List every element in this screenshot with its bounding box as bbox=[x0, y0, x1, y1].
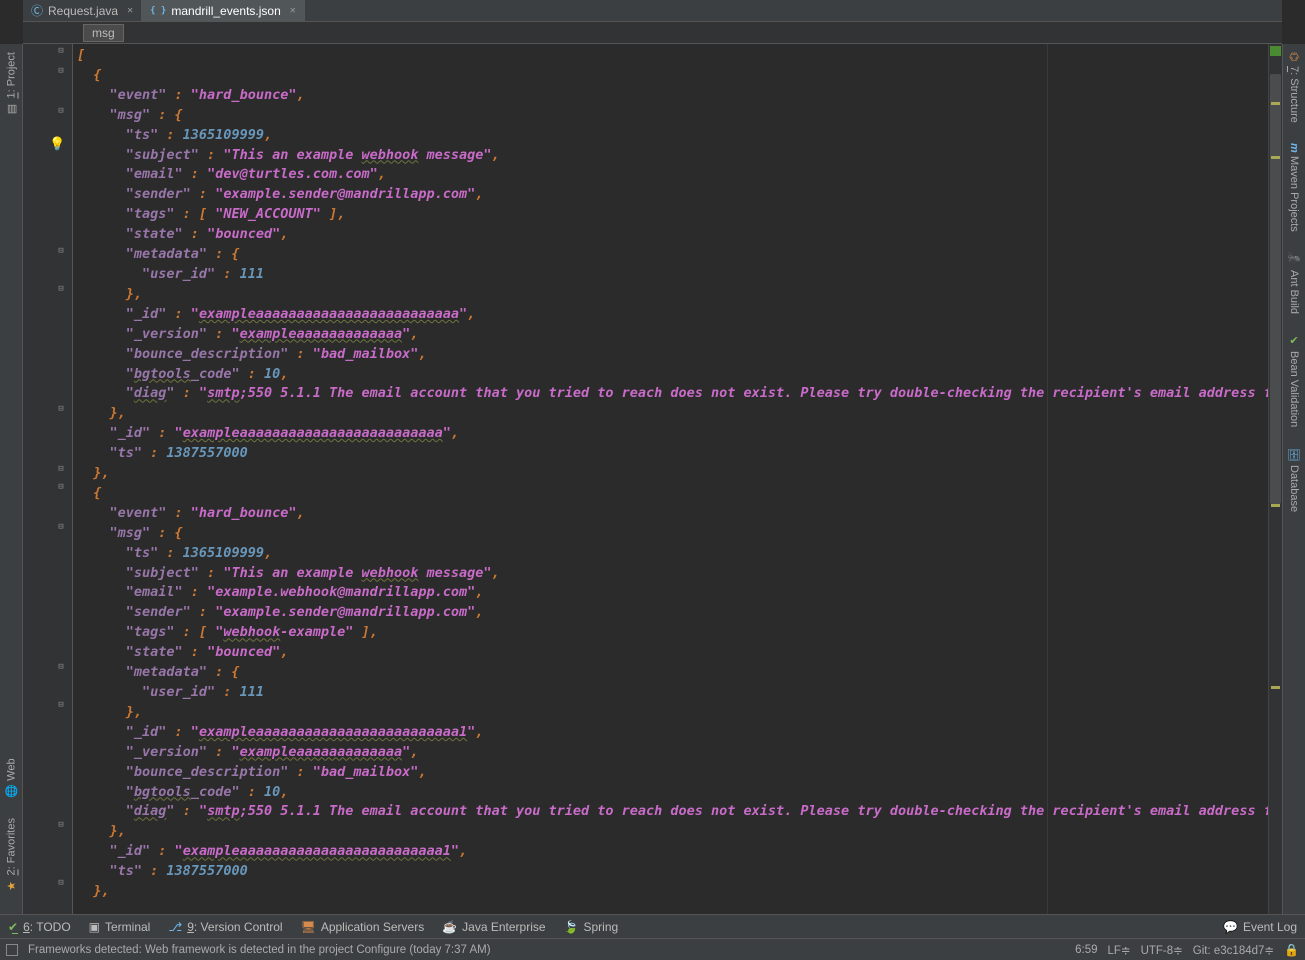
tab-label: Request.java bbox=[48, 4, 118, 18]
tool-todo[interactable]: ✔̲ 6: TODO bbox=[8, 920, 71, 934]
breadcrumb: msg bbox=[23, 22, 1282, 44]
fold-icon[interactable]: ⊟ bbox=[56, 66, 66, 76]
editor-area: 💡 ⊟ ⊟ ⊟ ⊟ ⊟ ⊟ ⊟ ⊟ ⊟ ⊟ ⊟ ⊟ ⊟ [ { "event" … bbox=[23, 44, 1282, 914]
ant-icon: 🐜 bbox=[1288, 252, 1301, 265]
java-class-icon: Ⓒ bbox=[31, 2, 43, 19]
left-tool-strip: ▤ 1: Project 🌐 Web ★ 2: Favorites bbox=[0, 44, 23, 914]
status-message: Frameworks detected: Web framework is de… bbox=[28, 944, 491, 956]
vcs-icon: ⎇ bbox=[168, 920, 182, 934]
web-icon: 🌐 bbox=[4, 784, 17, 797]
fold-icon[interactable]: ⊟ bbox=[56, 106, 66, 116]
fold-icon[interactable]: ⊟ bbox=[56, 820, 66, 830]
breadcrumb-item[interactable]: msg bbox=[83, 24, 124, 42]
right-margin-line bbox=[1047, 44, 1048, 914]
warning-marker[interactable] bbox=[1271, 504, 1280, 507]
lock-icon[interactable]: 🔒 bbox=[1284, 943, 1299, 957]
star-icon: ★ bbox=[5, 879, 18, 892]
tool-favorites[interactable]: ★ 2: Favorites bbox=[5, 814, 18, 897]
event-log-icon: 💬 bbox=[1223, 920, 1238, 934]
tab-label: mandrill_events.json bbox=[171, 4, 280, 18]
tool-bean-validation[interactable]: ✔ Bean Validation bbox=[1288, 330, 1301, 431]
structure-icon: ⌬ bbox=[1288, 52, 1301, 62]
fold-icon[interactable]: ⊟ bbox=[56, 878, 66, 888]
tab-mandrill-events-json[interactable]: { } mandrill_events.json ✕ bbox=[142, 0, 305, 21]
maven-icon: m bbox=[1288, 143, 1300, 153]
tool-application-servers[interactable]: 🖥 Application Servers bbox=[301, 920, 425, 934]
project-icon: ▤ bbox=[5, 103, 18, 116]
scroll-thumb[interactable] bbox=[1270, 74, 1281, 504]
close-icon[interactable]: ✕ bbox=[127, 5, 133, 16]
inspection-indicator[interactable] bbox=[1270, 46, 1281, 56]
todo-icon: ✔̲ bbox=[8, 920, 18, 934]
fold-icon[interactable]: ⊟ bbox=[56, 662, 66, 672]
json-file-icon: { } bbox=[150, 6, 166, 16]
javaee-icon: ☕ bbox=[442, 920, 457, 934]
tool-structure[interactable]: ⌬ 7: Structure bbox=[1288, 48, 1301, 127]
server-icon: 🖥 bbox=[301, 920, 316, 934]
fold-icon[interactable]: ⊟ bbox=[56, 464, 66, 474]
tool-spring[interactable]: 🍃 Spring bbox=[564, 920, 619, 934]
git-branch[interactable]: Git: e3c184d7≑ bbox=[1193, 943, 1274, 957]
warning-marker[interactable] bbox=[1271, 156, 1280, 159]
editor-tabs: Ⓒ Request.java ✕ { } mandrill_events.jso… bbox=[23, 0, 1282, 22]
terminal-icon: ▣ bbox=[89, 920, 100, 934]
tool-window-toggle[interactable] bbox=[6, 944, 18, 956]
cursor-position[interactable]: 6:59 bbox=[1075, 944, 1097, 956]
tool-version-control[interactable]: ⎇ 9: Version Control bbox=[168, 920, 282, 934]
spring-icon: 🍃 bbox=[564, 920, 579, 934]
file-encoding[interactable]: UTF-8≑ bbox=[1141, 943, 1183, 957]
bottom-tool-bar: ✔̲ 6: TODO ▣ Terminal ⎇ 9: Version Contr… bbox=[0, 914, 1305, 938]
fold-icon[interactable]: ⊟ bbox=[56, 284, 66, 294]
tool-web[interactable]: 🌐 Web bbox=[5, 754, 18, 802]
database-icon: 🗄 bbox=[1288, 447, 1301, 461]
fold-icon[interactable]: ⊟ bbox=[56, 246, 66, 256]
tool-terminal[interactable]: ▣ Terminal bbox=[89, 920, 151, 934]
bean-icon: ✔ bbox=[1288, 334, 1301, 347]
tool-project[interactable]: ▤ 1: Project bbox=[5, 48, 18, 120]
scrollbar-vertical[interactable] bbox=[1268, 44, 1282, 914]
fold-icon[interactable]: ⊟ bbox=[56, 404, 66, 414]
line-separator[interactable]: LF≑ bbox=[1108, 943, 1131, 957]
fold-icon[interactable]: ⊟ bbox=[56, 700, 66, 710]
tool-maven[interactable]: m Maven Projects bbox=[1288, 139, 1300, 237]
tool-ant-build[interactable]: 🐜 Ant Build bbox=[1288, 248, 1301, 317]
fold-icon[interactable]: ⊟ bbox=[56, 46, 66, 56]
tool-java-enterprise[interactable]: ☕ Java Enterprise bbox=[442, 920, 545, 934]
gutter[interactable]: 💡 ⊟ ⊟ ⊟ ⊟ ⊟ ⊟ ⊟ ⊟ ⊟ ⊟ ⊟ ⊟ ⊟ bbox=[23, 44, 73, 914]
fold-icon[interactable]: ⊟ bbox=[56, 482, 66, 492]
code-area[interactable]: [ { "event" : "hard_bounce", "msg" : { "… bbox=[73, 44, 1268, 914]
close-icon[interactable]: ✕ bbox=[290, 5, 296, 16]
warning-marker[interactable] bbox=[1271, 686, 1280, 689]
tab-request-java[interactable]: Ⓒ Request.java ✕ bbox=[23, 0, 142, 21]
warning-marker[interactable] bbox=[1271, 102, 1280, 105]
tool-event-log[interactable]: 💬 Event Log bbox=[1223, 920, 1297, 934]
status-bar: Frameworks detected: Web framework is de… bbox=[0, 938, 1305, 960]
fold-icon[interactable]: ⊟ bbox=[56, 522, 66, 532]
right-tool-strip: ⌬ 7: Structure m Maven Projects 🐜 Ant Bu… bbox=[1282, 44, 1305, 914]
tool-database[interactable]: 🗄 Database bbox=[1288, 443, 1301, 516]
